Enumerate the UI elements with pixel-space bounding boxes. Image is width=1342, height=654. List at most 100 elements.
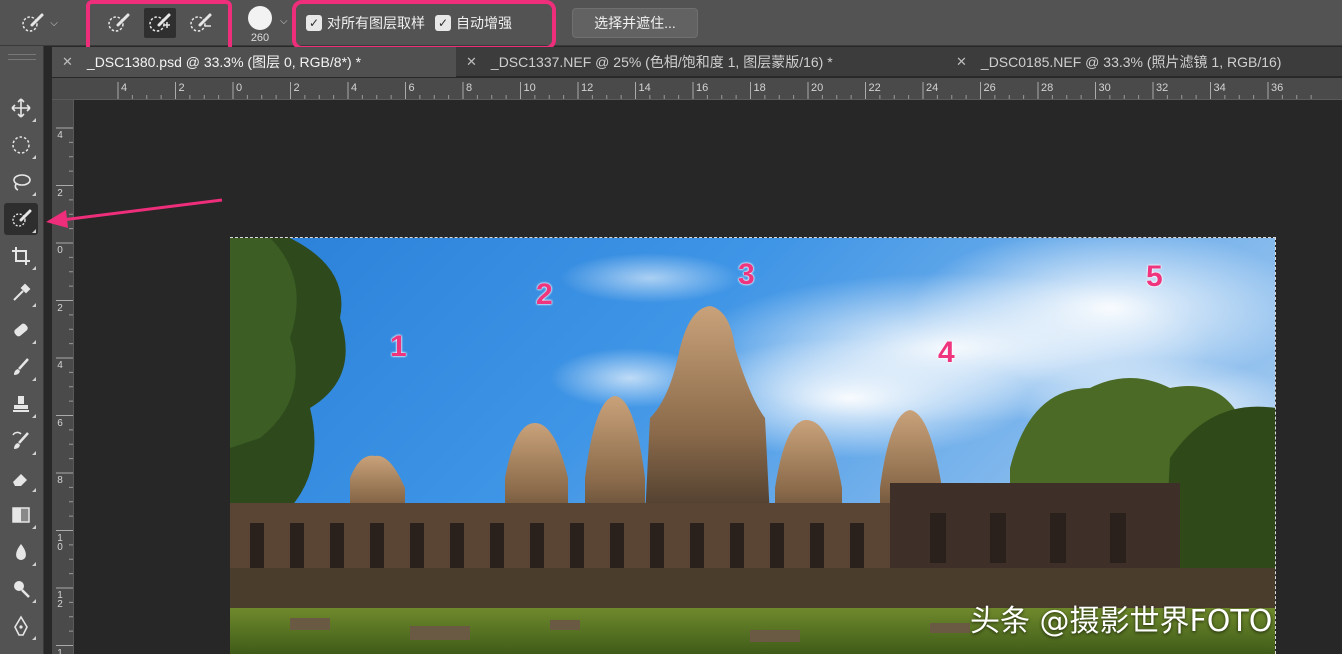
tool-lasso[interactable] [4,166,38,198]
sample-all-layers-checkbox[interactable]: ✓ 对所有图层取样 [306,13,425,33]
tool-crop[interactable] [4,240,38,272]
eyedropper-icon [13,283,31,301]
pen-icon [14,615,28,636]
eraser-icon [13,474,27,486]
checkbox-group: ✓ 对所有图层取样 ✓ 自动增强 [306,10,512,36]
submenu-indicator [32,155,36,159]
submenu-indicator [32,525,36,529]
selection-mode-group [98,6,222,40]
ruler-h-label: 8 [466,82,473,94]
ruler-h-label: 0 [236,82,243,94]
options-bar: ⌵ 260 ⌵ ✓ 对所有图层取样 ✓ 自动增强 选择并遮住... [0,0,1342,54]
ruler-h-label: 18 [753,82,766,94]
ruler-v-label: 12 [57,590,63,610]
tool-dodge[interactable] [4,573,38,605]
tool-blur[interactable] [4,536,38,568]
brush-tip-icon [248,6,272,30]
ruler-h-label: 14 [638,82,651,94]
ruler-v-label: 6 [57,417,63,429]
ruler-v-label: 4 [57,360,63,371]
annotation-number: 1 [390,330,407,363]
toolbar [0,46,44,654]
ruler-h-label: 20 [811,82,824,94]
ruler-h-label: 22 [868,82,881,94]
tool-history-brush[interactable] [4,425,38,457]
submenu-indicator [32,488,36,492]
ruler-h-label: 4 [121,82,128,94]
auto-enhance-checkbox[interactable]: ✓ 自动增强 [435,13,512,33]
crop-icon [12,247,30,265]
add-to-selection-button[interactable] [143,8,176,38]
annotation-number: 3 [738,258,755,291]
tab-dsc1380[interactable]: ✕ _DSC1380.psd @ 33.3% (图层 0, RGB/8*) * [52,47,456,77]
submenu-indicator [32,118,36,122]
toolbar-grip[interactable] [8,54,36,60]
new-selection-icon [107,13,130,32]
photoshop-window: ⌵ 260 ⌵ ✓ 对所有图层取样 ✓ 自动增强 选择并遮住... ✕ _DSC… [0,0,1342,654]
tool-move[interactable] [4,92,38,124]
add-selection-icon [149,13,171,32]
submenu-indicator [32,340,36,344]
submenu-indicator [32,303,36,307]
submenu-indicator [32,599,36,603]
tool-healing-brush[interactable] [4,314,38,346]
submenu-indicator [32,192,36,196]
checkmark-icon: ✓ [306,15,322,31]
lasso-icon [13,174,31,191]
ruler-h-label: 6 [408,82,415,94]
ruler-h-label: 12 [581,82,594,94]
tool-quick-selection[interactable] [4,203,38,235]
tool-preset-picker[interactable]: ⌵ [14,9,64,37]
submenu-indicator [32,229,36,233]
close-icon[interactable]: ✕ [466,54,477,70]
quick-selection-icon [12,209,32,227]
brush-size-picker[interactable]: 260 ⌵ [240,2,296,44]
gradient-icon [12,507,30,523]
clone-stamp-icon [13,396,29,412]
ruler-h-label: 4 [351,82,358,94]
blur-icon [16,544,26,560]
tool-marquee[interactable] [4,129,38,161]
ruler-h-label: 10 [523,82,536,94]
tab-label: _DSC1380.psd @ 33.3% (图层 0, RGB/8*) * [86,54,362,70]
document-image[interactable]: 1 2 3 4 5 [230,237,1276,654]
tool-brush[interactable] [4,351,38,383]
ruler-v-label: 0 [57,245,63,256]
ruler-h-label: 32 [1156,82,1169,94]
tool-eraser[interactable] [4,462,38,494]
tool-clone-stamp[interactable] [4,388,38,420]
brush-icon [14,358,29,375]
subtract-from-selection-button[interactable] [185,8,217,38]
ruler-h-label: 2 [293,82,300,94]
tool-eyedropper[interactable] [4,277,38,309]
close-icon[interactable]: ✕ [62,54,73,70]
tool-pen[interactable] [4,610,38,642]
horizontal-ruler[interactable]: 4 2 0 2 4 6 8 10 12 14 16 18 20 22 24 26 28 30 32 34 36 [52,78,1342,100]
submenu-indicator [32,451,36,455]
tool-gradient[interactable] [4,499,38,531]
subtract-selection-icon [190,13,212,32]
tab-label: _DSC1337.NEF @ 25% (色相/饱和度 1, 图层蒙版/16) * [490,54,833,70]
quick-selection-icon [22,13,44,32]
move-icon [11,98,31,118]
ruler-h-label: 24 [926,82,939,94]
auto-enhance-label: 自动增强 [456,15,512,31]
new-selection-button[interactable] [103,8,135,38]
submenu-indicator [32,562,36,566]
healing-brush-icon [14,323,28,337]
sample-all-layers-label: 对所有图层取样 [327,15,425,31]
tab-dsc1337[interactable]: ✕ _DSC1337.NEF @ 25% (色相/饱和度 1, 图层蒙版/16)… [456,47,946,77]
history-brush-icon [12,431,29,449]
tab-dsc0185[interactable]: ✕ _DSC0185.NEF @ 33.3% (照片滤镜 1, RGB/16) [946,47,1342,77]
annotation-number: 4 [938,336,955,369]
vertical-ruler[interactable]: 4 2 0 2 4 6 8 10 12 14 [52,100,74,654]
marquee-icon [12,136,30,154]
ruler-h-label: 16 [696,82,709,94]
select-and-mask-button[interactable]: 选择并遮住... [572,8,698,38]
chevron-down-icon: ⌵ [50,17,58,29]
ruler-h-label: 34 [1213,82,1226,94]
annotation-number: 5 [1146,260,1163,293]
submenu-indicator [32,636,36,640]
close-icon[interactable]: ✕ [956,54,967,70]
tab-label: _DSC0185.NEF @ 33.3% (照片滤镜 1, RGB/16) [980,54,1282,70]
